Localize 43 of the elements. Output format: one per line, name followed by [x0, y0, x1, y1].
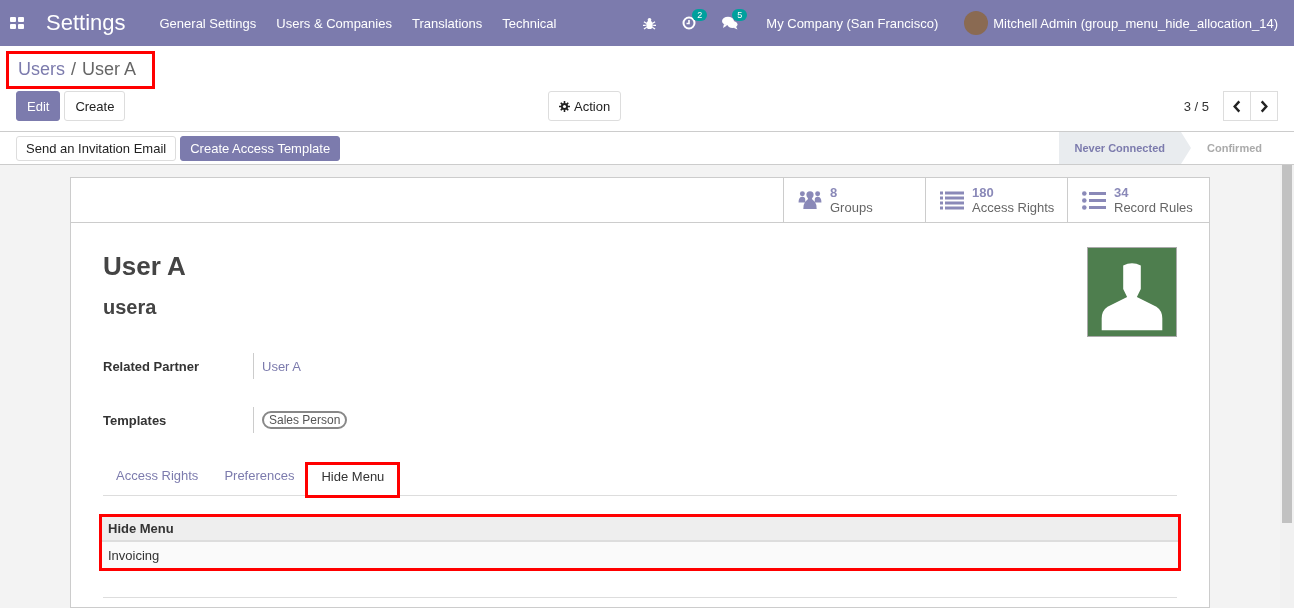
- message-count-badge: 5: [732, 9, 748, 21]
- breadcrumb-separator: /: [71, 59, 77, 80]
- bug-icon[interactable]: [643, 16, 657, 30]
- pager-value: 3 / 5: [1183, 98, 1209, 114]
- app-title: Settings: [46, 10, 126, 36]
- partner-link[interactable]: User A: [262, 358, 301, 374]
- toolbar-button[interactable]: Create: [64, 91, 126, 121]
- user-menu[interactable]: Mitchell Admin (group_menu_hide_allocation_14): [993, 15, 1278, 31]
- template-tag: Sales Person: [262, 411, 348, 429]
- status-step[interactable]: Never Connected: [1058, 132, 1191, 164]
- chevron-right-icon: [1259, 99, 1269, 113]
- field-label: Templates: [103, 412, 168, 428]
- chat-icon[interactable]: [722, 16, 739, 30]
- header-button[interactable]: Send an Invitation Email: [16, 135, 177, 161]
- status-step[interactable]: Confirmed: [1191, 132, 1278, 164]
- menu-item[interactable]: Translations: [411, 15, 483, 31]
- menu-item[interactable]: Technical: [502, 15, 557, 31]
- table-cell: Invoicing: [102, 542, 1178, 568]
- field-label: Related Partner: [103, 358, 201, 374]
- breadcrumb-current: User A: [82, 59, 137, 80]
- tab[interactable]: Hide Menu: [307, 464, 399, 496]
- user-login: usera: [103, 296, 158, 319]
- chevron-left-icon: [1232, 99, 1242, 113]
- user-name: User A: [103, 251, 187, 282]
- previous-button[interactable]: [1223, 91, 1251, 121]
- apps-menu-icon[interactable]: [10, 16, 24, 30]
- activity-count-badge: 2: [692, 9, 708, 21]
- gear-icon: [559, 100, 570, 112]
- toolbar-button[interactable]: Edit: [16, 91, 61, 121]
- column-header: Hide Menu: [102, 517, 1178, 542]
- list-icon: [940, 189, 964, 211]
- list-icon: [1082, 189, 1106, 211]
- tab[interactable]: Preferences: [211, 463, 308, 495]
- next-button[interactable]: [1251, 91, 1278, 121]
- menu-item[interactable]: Users & Companies: [276, 15, 392, 31]
- menu-item[interactable]: General Settings: [159, 15, 257, 31]
- action-button[interactable]: Action: [548, 91, 622, 121]
- tab[interactable]: Access Rights: [103, 463, 212, 495]
- header-button[interactable]: Create Access Template: [180, 135, 341, 161]
- people-icon: [798, 189, 822, 211]
- company-switcher[interactable]: My Company (San Francisco): [766, 15, 939, 31]
- breadcrumb-link[interactable]: Users: [18, 59, 65, 80]
- clock-icon[interactable]: [682, 16, 697, 30]
